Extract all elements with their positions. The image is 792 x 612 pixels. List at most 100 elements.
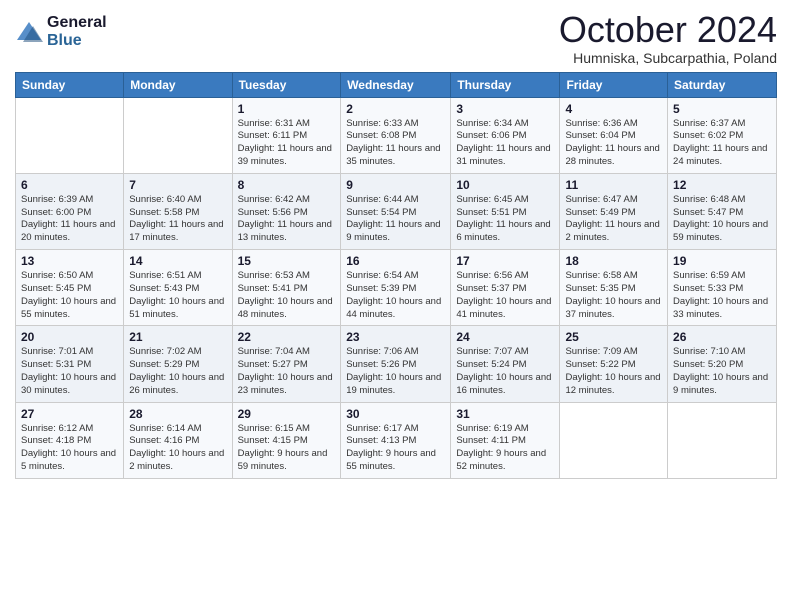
day-info: Sunrise: 6:15 AM Sunset: 4:15 PM Dayligh…: [238, 423, 336, 474]
month-title: October 2024: [559, 10, 777, 50]
day-info: Sunrise: 7:10 AM Sunset: 5:20 PM Dayligh…: [673, 346, 771, 397]
day-number: 6: [21, 178, 118, 192]
day-info: Sunrise: 6:33 AM Sunset: 6:08 PM Dayligh…: [346, 118, 445, 169]
weekday-sunday: Sunday: [16, 72, 124, 97]
calendar-cell: 19 Sunrise: 6:59 AM Sunset: 5:33 PM Dayli…: [668, 250, 777, 326]
day-info: Sunrise: 6:39 AM Sunset: 6:00 PM Dayligh…: [21, 194, 118, 245]
week-row-1: 1Sunrise: 6:31 AM Sunset: 6:11 PM Daylig…: [16, 97, 777, 173]
calendar-cell: 4Sunrise: 6:36 AM Sunset: 6:04 PM Daylig…: [560, 97, 668, 173]
logo-icon: [15, 18, 43, 46]
day-info: Sunrise: 7:07 AM Sunset: 5:24 PM Dayligh…: [456, 346, 554, 397]
day-number: 15: [238, 254, 336, 268]
calendar-cell: 11 Sunrise: 6:47 AM Sunset: 5:49 PM Dayli…: [560, 173, 668, 249]
day-number: 14: [129, 254, 226, 268]
day-info: Sunrise: 6:48 AM Sunset: 5:47 PM Dayligh…: [673, 194, 771, 245]
location: Humniska, Subcarpathia, Poland: [559, 50, 777, 66]
day-number: 26: [673, 330, 771, 344]
logo-text: General Blue: [47, 14, 107, 49]
calendar-cell: 2 Sunrise: 6:33 AM Sunset: 6:08 PM Daylig…: [341, 97, 451, 173]
day-info: Sunrise: 6:44 AM Sunset: 5:54 PM Dayligh…: [346, 194, 445, 245]
day-info: Sunrise: 6:59 AM Sunset: 5:33 PM Dayligh…: [673, 270, 771, 321]
day-number: 21: [129, 330, 226, 344]
calendar-cell: 24 Sunrise: 7:07 AM Sunset: 5:24 PM Dayli…: [451, 326, 560, 402]
calendar-cell: 10 Sunrise: 6:45 AM Sunset: 5:51 PM Dayli…: [451, 173, 560, 249]
logo-general: General: [47, 14, 107, 32]
day-info: Sunrise: 6:58 AM Sunset: 5:35 PM Dayligh…: [565, 270, 662, 321]
calendar-cell: 16 Sunrise: 6:54 AM Sunset: 5:39 PM Dayli…: [341, 250, 451, 326]
calendar-cell: 25Sunrise: 7:09 AM Sunset: 5:22 PM Dayli…: [560, 326, 668, 402]
calendar-cell: 17 Sunrise: 6:56 AM Sunset: 5:37 PM Dayli…: [451, 250, 560, 326]
calendar-cell: 13Sunrise: 6:50 AM Sunset: 5:45 PM Dayli…: [16, 250, 124, 326]
calendar-cell: 30 Sunrise: 6:17 AM Sunset: 4:13 PM Dayli…: [341, 402, 451, 478]
header: General Blue October 2024 Humniska, Subc…: [15, 10, 777, 66]
day-info: Sunrise: 6:56 AM Sunset: 5:37 PM Dayligh…: [456, 270, 554, 321]
day-info: Sunrise: 6:12 AM Sunset: 4:18 PM Dayligh…: [21, 423, 118, 474]
day-number: 18: [565, 254, 662, 268]
day-info: Sunrise: 6:17 AM Sunset: 4:13 PM Dayligh…: [346, 423, 445, 474]
day-info: Sunrise: 6:47 AM Sunset: 5:49 PM Dayligh…: [565, 194, 662, 245]
calendar-cell: 29Sunrise: 6:15 AM Sunset: 4:15 PM Dayli…: [232, 402, 341, 478]
calendar-cell: 5Sunrise: 6:37 AM Sunset: 6:02 PM Daylig…: [668, 97, 777, 173]
week-row-3: 13Sunrise: 6:50 AM Sunset: 5:45 PM Dayli…: [16, 250, 777, 326]
calendar-cell: 8Sunrise: 6:42 AM Sunset: 5:56 PM Daylig…: [232, 173, 341, 249]
calendar-cell: 15Sunrise: 6:53 AM Sunset: 5:41 PM Dayli…: [232, 250, 341, 326]
week-row-2: 6 Sunrise: 6:39 AM Sunset: 6:00 PM Daylig…: [16, 173, 777, 249]
calendar-cell: 31Sunrise: 6:19 AM Sunset: 4:11 PM Dayli…: [451, 402, 560, 478]
day-number: 1: [238, 102, 336, 116]
day-number: 3: [456, 102, 554, 116]
day-number: 28: [129, 407, 226, 421]
day-number: 24: [456, 330, 554, 344]
calendar-cell: 6 Sunrise: 6:39 AM Sunset: 6:00 PM Daylig…: [16, 173, 124, 249]
day-number: 30: [346, 407, 445, 421]
calendar-cell: 26 Sunrise: 7:10 AM Sunset: 5:20 PM Dayli…: [668, 326, 777, 402]
day-info: Sunrise: 6:14 AM Sunset: 4:16 PM Dayligh…: [129, 423, 226, 474]
day-info: Sunrise: 6:51 AM Sunset: 5:43 PM Dayligh…: [129, 270, 226, 321]
day-info: Sunrise: 6:34 AM Sunset: 6:06 PM Dayligh…: [456, 118, 554, 169]
day-number: 19: [673, 254, 771, 268]
day-number: 16: [346, 254, 445, 268]
logo: General Blue: [15, 14, 107, 49]
calendar-cell: 7Sunrise: 6:40 AM Sunset: 5:58 PM Daylig…: [124, 173, 232, 249]
day-number: 8: [238, 178, 336, 192]
day-number: 23: [346, 330, 445, 344]
day-number: 12: [673, 178, 771, 192]
day-number: 2: [346, 102, 445, 116]
day-number: 5: [673, 102, 771, 116]
weekday-wednesday: Wednesday: [341, 72, 451, 97]
day-number: 10: [456, 178, 554, 192]
day-number: 20: [21, 330, 118, 344]
calendar-cell: 14 Sunrise: 6:51 AM Sunset: 5:43 PM Dayli…: [124, 250, 232, 326]
day-number: 17: [456, 254, 554, 268]
calendar-cell: 20 Sunrise: 7:01 AM Sunset: 5:31 PM Dayli…: [16, 326, 124, 402]
calendar-cell: 9Sunrise: 6:44 AM Sunset: 5:54 PM Daylig…: [341, 173, 451, 249]
day-number: 31: [456, 407, 554, 421]
title-block: October 2024 Humniska, Subcarpathia, Pol…: [559, 10, 777, 66]
calendar-cell: [560, 402, 668, 478]
calendar-page: General Blue October 2024 Humniska, Subc…: [0, 0, 792, 612]
weekday-thursday: Thursday: [451, 72, 560, 97]
day-info: Sunrise: 7:04 AM Sunset: 5:27 PM Dayligh…: [238, 346, 336, 397]
day-info: Sunrise: 7:06 AM Sunset: 5:26 PM Dayligh…: [346, 346, 445, 397]
day-info: Sunrise: 7:01 AM Sunset: 5:31 PM Dayligh…: [21, 346, 118, 397]
calendar-cell: 27Sunrise: 6:12 AM Sunset: 4:18 PM Dayli…: [16, 402, 124, 478]
day-number: 7: [129, 178, 226, 192]
calendar-cell: 23 Sunrise: 7:06 AM Sunset: 5:26 PM Dayli…: [341, 326, 451, 402]
weekday-monday: Monday: [124, 72, 232, 97]
day-info: Sunrise: 6:54 AM Sunset: 5:39 PM Dayligh…: [346, 270, 445, 321]
calendar-cell: 18 Sunrise: 6:58 AM Sunset: 5:35 PM Dayli…: [560, 250, 668, 326]
calendar-cell: 21 Sunrise: 7:02 AM Sunset: 5:29 PM Dayli…: [124, 326, 232, 402]
weekday-header-row: SundayMondayTuesdayWednesdayThursdayFrid…: [16, 72, 777, 97]
day-number: 4: [565, 102, 662, 116]
week-row-4: 20 Sunrise: 7:01 AM Sunset: 5:31 PM Dayli…: [16, 326, 777, 402]
calendar-cell: 28 Sunrise: 6:14 AM Sunset: 4:16 PM Dayli…: [124, 402, 232, 478]
day-info: Sunrise: 6:45 AM Sunset: 5:51 PM Dayligh…: [456, 194, 554, 245]
day-info: Sunrise: 7:02 AM Sunset: 5:29 PM Dayligh…: [129, 346, 226, 397]
calendar-cell: [668, 402, 777, 478]
calendar-cell: 12 Sunrise: 6:48 AM Sunset: 5:47 PM Dayli…: [668, 173, 777, 249]
calendar-cell: 3 Sunrise: 6:34 AM Sunset: 6:06 PM Daylig…: [451, 97, 560, 173]
day-number: 11: [565, 178, 662, 192]
calendar-cell: 1Sunrise: 6:31 AM Sunset: 6:11 PM Daylig…: [232, 97, 341, 173]
day-number: 25: [565, 330, 662, 344]
day-number: 13: [21, 254, 118, 268]
weekday-tuesday: Tuesday: [232, 72, 341, 97]
